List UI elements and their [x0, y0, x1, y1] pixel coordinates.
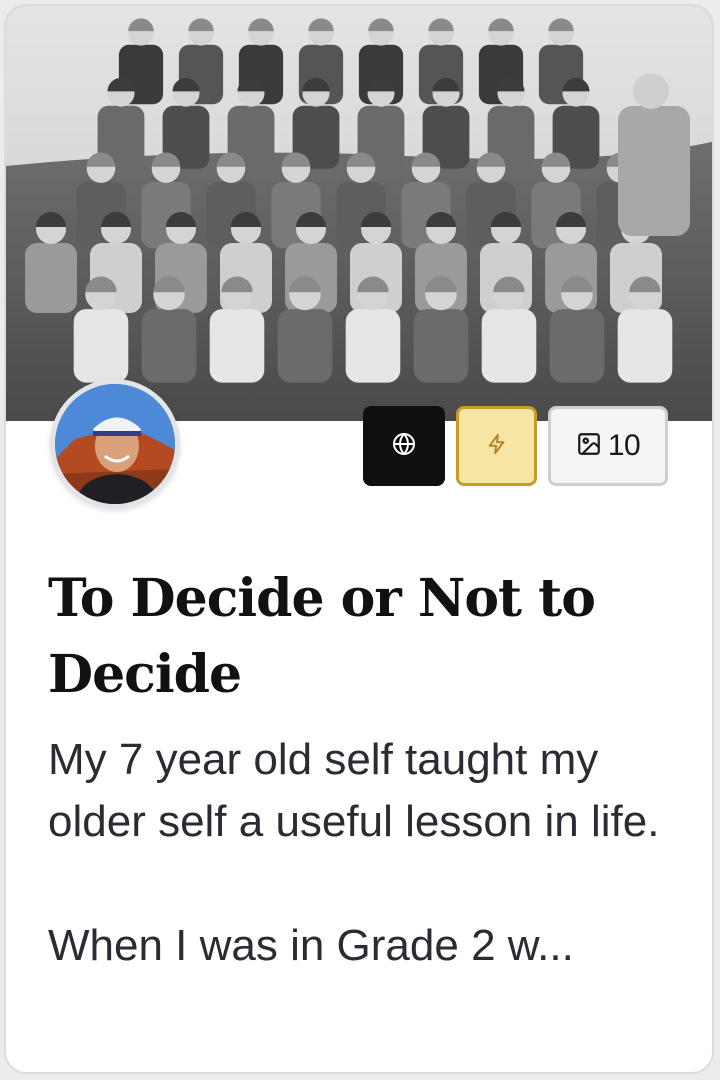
public-badge[interactable]: [363, 406, 445, 486]
image-count: 10: [607, 429, 641, 462]
image-count-badge[interactable]: 10: [548, 406, 668, 486]
author-avatar[interactable]: [50, 379, 180, 509]
image-icon: [576, 431, 602, 462]
excerpt-spacer: [48, 853, 688, 915]
featured-badge[interactable]: [456, 406, 537, 486]
excerpt-paragraph-2: When I was in Grade 2 w...: [48, 921, 574, 970]
excerpt-paragraph-1: My 7 year old self taught my older self …: [48, 735, 660, 846]
story-excerpt: My 7 year old self taught my older self …: [48, 729, 688, 977]
story-card[interactable]: 10 To Decide or Not to Decide My 7 year …: [4, 4, 714, 1074]
globe-icon: [392, 432, 416, 461]
story-title[interactable]: To Decide or Not to Decide: [48, 561, 678, 713]
cover-image[interactable]: [6, 6, 712, 421]
lightning-icon: [486, 432, 508, 461]
